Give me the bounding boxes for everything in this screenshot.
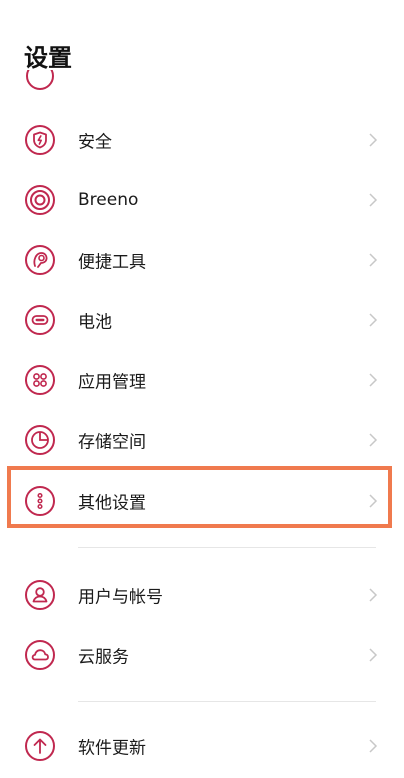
settings-item-cloud[interactable]: 云服务 xyxy=(0,625,404,685)
chevron-right-icon xyxy=(369,648,378,662)
chevron-right-icon xyxy=(369,494,378,508)
settings-item-label: 软件更新 xyxy=(78,738,146,759)
settings-item-label: 存储空间 xyxy=(78,432,146,453)
settings-item-label: 其他设置 xyxy=(78,493,146,514)
settings-item-label: 安全 xyxy=(78,132,112,153)
breeno-icon xyxy=(25,185,55,215)
battery-icon xyxy=(25,305,55,335)
shield-icon xyxy=(25,125,55,155)
partial-setting-icon xyxy=(24,70,56,92)
settings-item-other[interactable]: 其他设置 xyxy=(0,471,404,531)
chevron-right-icon xyxy=(369,253,378,267)
settings-item-label: Breeno xyxy=(78,190,139,210)
settings-item-storage[interactable]: 存储空间 xyxy=(0,410,404,470)
pie-chart-icon xyxy=(25,425,55,455)
chevron-right-icon xyxy=(369,739,378,753)
settings-item-label: 应用管理 xyxy=(78,372,146,393)
arrow-up-icon xyxy=(25,731,55,761)
settings-item-update[interactable]: 软件更新 xyxy=(0,716,404,776)
chevron-right-icon xyxy=(369,433,378,447)
more-dots-icon xyxy=(25,486,55,516)
user-icon xyxy=(25,580,55,610)
settings-item-apps[interactable]: 应用管理 xyxy=(0,350,404,410)
chevron-right-icon xyxy=(369,193,378,207)
cloud-icon xyxy=(25,640,55,670)
apps-grid-icon xyxy=(25,365,55,395)
page-title: 设置 xyxy=(24,44,72,72)
chevron-right-icon xyxy=(369,588,378,602)
chevron-right-icon xyxy=(369,133,378,147)
chevron-right-icon xyxy=(369,313,378,327)
section-divider xyxy=(78,547,376,548)
settings-item-battery[interactable]: 电池 xyxy=(0,290,404,350)
settings-item-breeno[interactable]: Breeno xyxy=(0,170,404,230)
settings-item-convenience[interactable]: 便捷工具 xyxy=(0,230,404,290)
section-divider xyxy=(78,701,376,702)
settings-item-label: 用户与帐号 xyxy=(78,587,163,608)
chevron-right-icon xyxy=(369,373,378,387)
tools-icon xyxy=(25,245,55,275)
settings-item-label: 便捷工具 xyxy=(78,252,146,273)
settings-item-label: 云服务 xyxy=(78,647,129,668)
settings-item-security[interactable]: 安全 xyxy=(0,110,404,170)
settings-item-label: 电池 xyxy=(78,312,112,333)
settings-item-account[interactable]: 用户与帐号 xyxy=(0,565,404,625)
